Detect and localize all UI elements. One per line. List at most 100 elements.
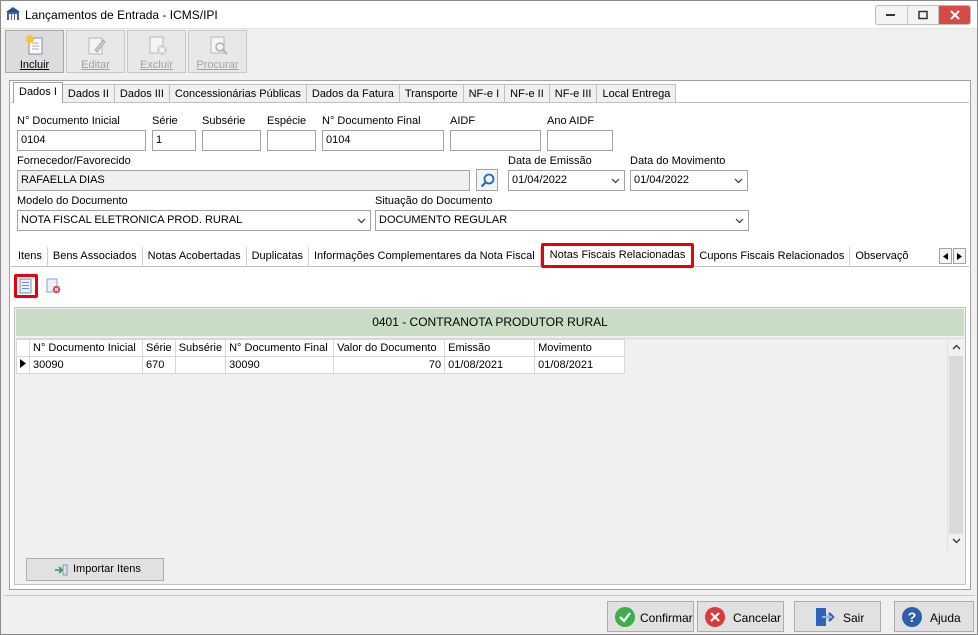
col-valor[interactable]: Valor do Documento (333, 339, 446, 357)
tab-transporte[interactable]: Transporte (398, 84, 464, 103)
modelo-select[interactable]: NOTA FISCAL ELETRONICA PROD. RURAL (17, 210, 371, 231)
chevron-down-icon (611, 178, 620, 184)
tab-dados-i[interactable]: Dados I (13, 82, 63, 103)
footer-separator (3, 595, 975, 596)
restore-icon (918, 10, 928, 20)
col-doc-final[interactable]: N° Documento Final (225, 339, 335, 357)
incluir-label: Incluir (19, 59, 50, 71)
add-related-button[interactable] (14, 274, 38, 298)
edit-document-icon (88, 37, 106, 55)
subtab-bens-associados[interactable]: Bens Associados (47, 247, 143, 266)
search-icon (480, 173, 495, 188)
chevron-down-icon (357, 218, 366, 224)
fornecedor-field[interactable]: RAFAELLA DIAS (17, 170, 470, 191)
document-model-header: 0401 - CONTRANOTA PRODUTOR RURAL (16, 309, 964, 336)
situacao-label: Situação do Documento (375, 195, 493, 207)
cancelar-label: Cancelar (733, 611, 782, 625)
indicator-header (16, 339, 30, 357)
col-movimento[interactable]: Movimento (534, 339, 626, 357)
import-arrow-icon (55, 564, 68, 576)
subserie-label: Subsérie (202, 115, 246, 127)
importar-itens-button[interactable]: Importar Itens (26, 558, 164, 581)
subtab-observacoes[interactable]: Observaçõ (850, 247, 911, 266)
subserie-field[interactable] (202, 130, 261, 151)
new-document-icon (25, 35, 42, 55)
cell-subserie[interactable] (174, 356, 227, 374)
window-title: Lançamentos de Entrada - ICMS/IPI (25, 8, 218, 22)
excluir-button[interactable]: Excluir (127, 30, 186, 73)
fornecedor-search-button[interactable] (476, 169, 498, 191)
toolbar: Incluir Editar Excluir Procurar (5, 30, 247, 74)
ajuda-label: Ajuda (930, 611, 961, 625)
cell-emissao[interactable]: 01/08/2021 (444, 356, 536, 374)
doc-final-field[interactable]: 0104 (322, 130, 444, 151)
data-emissao-value: 01/04/2022 (512, 174, 568, 186)
sair-label: Sair (843, 611, 865, 625)
tab-dados-fatura[interactable]: Dados da Fatura (305, 84, 400, 103)
subtab-itens[interactable]: Itens (13, 247, 48, 266)
cell-doc-inicial[interactable]: 30090 (29, 356, 143, 374)
modelo-label: Modelo do Documento (17, 195, 128, 207)
cell-doc-final[interactable]: 30090 (225, 356, 335, 374)
tab-nfe-iii[interactable]: NF-e III (548, 84, 598, 103)
procurar-button[interactable]: Procurar (188, 30, 247, 73)
subtab-scroll-right[interactable] (953, 248, 966, 264)
triangle-right-icon (957, 253, 962, 260)
excluir-label: Excluir (139, 59, 173, 71)
editar-button[interactable]: Editar (66, 30, 125, 73)
col-doc-inicial[interactable]: N° Documento Inicial (29, 339, 143, 357)
data-movimento-value: 01/04/2022 (634, 174, 690, 186)
procurar-label: Procurar (196, 59, 239, 71)
window-controls (875, 5, 971, 25)
main-panel: Dados I Dados II Dados III Concessionári… (9, 80, 971, 590)
tab-dados-iii[interactable]: Dados III (113, 84, 170, 103)
tab-nfe-ii[interactable]: NF-e II (504, 84, 550, 103)
col-serie[interactable]: Série (142, 339, 176, 357)
serie-field[interactable]: 1 (152, 130, 196, 151)
subtab-info-complementares[interactable]: Informações Complementares da Nota Fisca… (308, 247, 541, 266)
table-row[interactable]: 30090 670 30090 70 01/08/2021 01/08/2021 (16, 356, 626, 374)
remove-related-button[interactable] (41, 274, 65, 298)
data-movimento-field[interactable]: 01/04/2022 (630, 170, 748, 191)
minimize-button[interactable] (876, 6, 908, 24)
check-circle-icon (615, 607, 635, 627)
aidf-field[interactable] (450, 130, 541, 151)
confirmar-label: Confirmar (640, 611, 693, 625)
subtab-notas-acobertadas[interactable]: Notas Acobertadas (142, 247, 247, 266)
doc-inicial-field[interactable]: 0104 (17, 130, 146, 151)
triangle-left-icon (943, 253, 948, 260)
tab-nfe-i[interactable]: NF-e I (462, 84, 506, 103)
especie-field[interactable] (267, 130, 316, 151)
tab-dados-ii[interactable]: Dados II (61, 84, 115, 103)
subtab-duplicatas[interactable]: Duplicatas (246, 247, 309, 266)
subtab-notas-relacionadas[interactable]: Notas Fiscais Relacionadas (540, 243, 695, 268)
main-window: Lançamentos de Entrada - ICMS/IPI Inclui… (0, 0, 978, 635)
delete-document-icon (149, 36, 167, 55)
scrollbar-thumb[interactable] (949, 356, 963, 534)
close-button[interactable] (939, 6, 971, 24)
data-emissao-field[interactable]: 01/04/2022 (508, 170, 625, 191)
cancelar-button[interactable]: Cancelar (697, 601, 784, 632)
restore-button[interactable] (908, 6, 940, 24)
cell-movimento[interactable]: 01/08/2021 (534, 356, 626, 374)
ajuda-button[interactable]: ? Ajuda (894, 601, 974, 632)
sair-button[interactable]: Sair (794, 601, 881, 632)
ano-aidf-field[interactable] (547, 130, 613, 151)
tab-concessionarias[interactable]: Concessionárias Públicas (168, 84, 307, 103)
vertical-scrollbar[interactable] (947, 339, 964, 551)
situacao-select[interactable]: DOCUMENTO REGULAR (375, 210, 749, 231)
tab-local-entrega[interactable]: Local Entrega (596, 84, 677, 103)
chevron-down-icon (735, 218, 744, 224)
confirmar-button[interactable]: Confirmar (607, 601, 694, 632)
col-emissao[interactable]: Emissão (444, 339, 536, 357)
search-document-icon (210, 36, 228, 55)
subtab-cupons-relacionados[interactable]: Cupons Fiscais Relacionados (694, 247, 851, 266)
cell-serie[interactable]: 670 (142, 356, 176, 374)
incluir-button[interactable]: Incluir (5, 30, 64, 73)
doc-final-label: N° Documento Final (322, 115, 421, 127)
subtab-scroll-left[interactable] (939, 248, 952, 264)
doc-inicial-label: N° Documento Inicial (17, 115, 120, 127)
col-subserie[interactable]: Subsérie (174, 339, 227, 357)
cell-valor[interactable]: 70 (333, 356, 446, 374)
modelo-value: NOTA FISCAL ELETRONICA PROD. RURAL (21, 214, 243, 226)
